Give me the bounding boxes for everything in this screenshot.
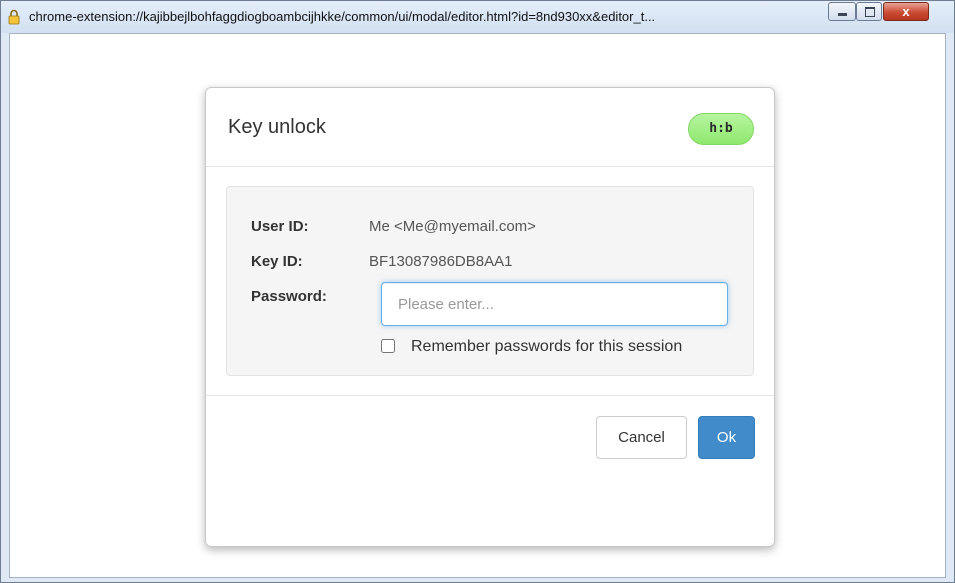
password-label: Password: [251, 288, 327, 305]
close-icon: x [902, 4, 910, 19]
title-bar[interactable]: chrome-extension://kajibbejlbohfaggdiogb… [1, 1, 954, 33]
remember-passwords-label[interactable]: Remember passwords for this session [411, 338, 682, 356]
maximize-button[interactable] [856, 2, 882, 21]
footer-divider [206, 395, 774, 396]
lock-icon [8, 9, 20, 25]
browser-window: chrome-extension://kajibbejlbohfaggdiogb… [0, 0, 955, 583]
user-id-label: User ID: [251, 218, 309, 235]
close-button[interactable]: x [883, 2, 929, 21]
page-content: Key unlock h:b User ID: Me <Me@myemail.c… [9, 33, 946, 578]
cancel-button[interactable]: Cancel [596, 416, 687, 459]
user-id-value: Me <Me@myemail.com> [369, 218, 536, 235]
key-info-panel: User ID: Me <Me@myemail.com> Key ID: BF1… [226, 186, 754, 376]
remember-passwords-checkbox[interactable] [381, 339, 395, 353]
key-id-value: BF13087986DB8AA1 [369, 253, 513, 270]
ok-button[interactable]: Ok [698, 416, 755, 459]
password-input[interactable] [381, 282, 728, 326]
window-title: chrome-extension://kajibbejlbohfaggdiogb… [29, 9, 656, 24]
dialog-header: Key unlock h:b [206, 88, 774, 167]
security-token-badge[interactable]: h:b [688, 113, 754, 145]
key-unlock-dialog: Key unlock h:b User ID: Me <Me@myemail.c… [205, 87, 775, 547]
key-id-label: Key ID: [251, 253, 303, 270]
minimize-button[interactable] [828, 2, 856, 21]
dialog-title: Key unlock [228, 116, 326, 138]
